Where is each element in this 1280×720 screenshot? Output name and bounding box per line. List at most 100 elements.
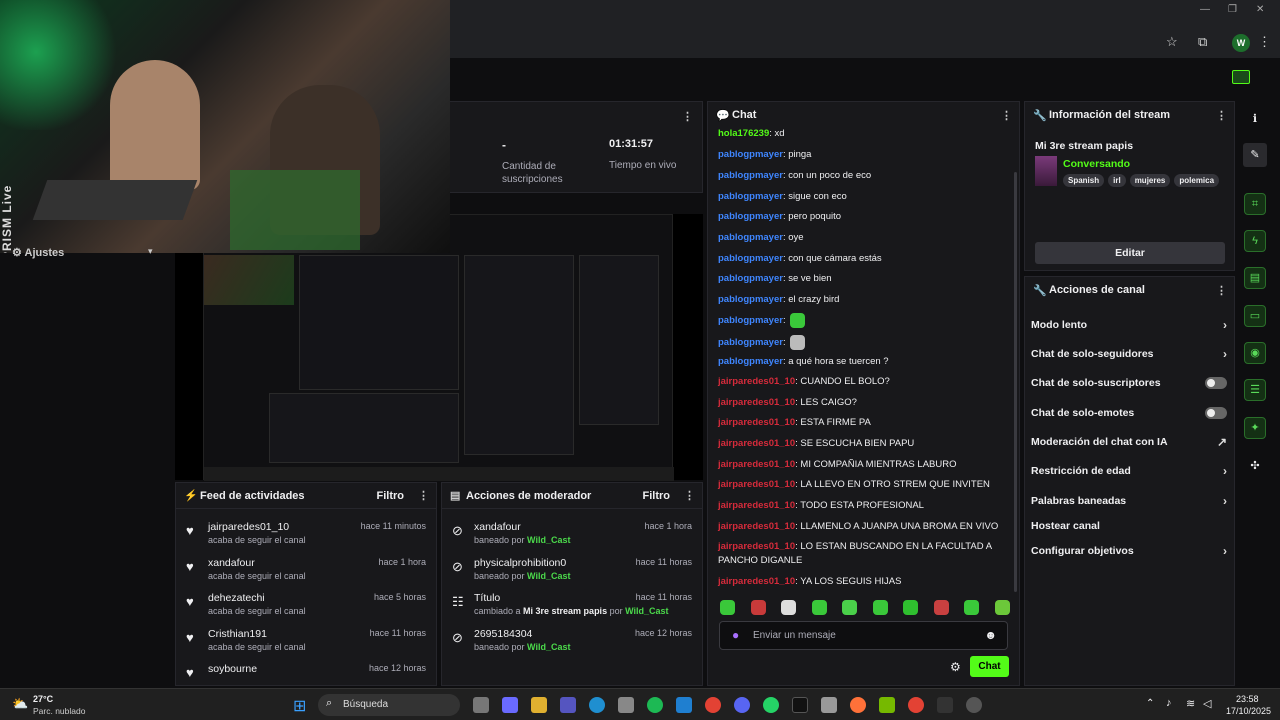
clock-date[interactable]: 17/10/2025 (1226, 706, 1271, 716)
chat-input[interactable]: ● Enviar un mensaje ☻ (719, 621, 1008, 650)
emote-icon[interactable] (720, 600, 735, 615)
chat-settings-icon[interactable]: ⚙ (950, 660, 961, 674)
action-banned-words[interactable]: Palabras baneadas › (1031, 487, 1227, 515)
chat-username[interactable]: pablogpmayer (718, 315, 783, 326)
kick-logo-icon[interactable] (1232, 70, 1250, 84)
chat-username[interactable]: jairparedes01_10 (718, 376, 795, 387)
chat-scrollbar[interactable] (1014, 172, 1017, 592)
chat-username[interactable]: pablogpmayer (718, 149, 783, 160)
mod-more-icon[interactable]: ⋮ (684, 489, 695, 502)
bookmark-star-icon[interactable]: ☆ (1166, 34, 1178, 50)
emote-icon[interactable] (781, 600, 797, 615)
mod-filter-button[interactable]: Filtro (643, 490, 671, 502)
scan-icon[interactable]: ⌗ (1240, 191, 1270, 217)
stream-info-more-icon[interactable]: ⋮ (1216, 109, 1227, 122)
chat-username[interactable]: jairparedes01_10 (718, 541, 795, 552)
obs-icon[interactable] (966, 697, 982, 713)
tiktok-icon[interactable] (792, 697, 808, 713)
message-icon[interactable]: ▭ (1240, 303, 1270, 329)
action-emotes-only[interactable]: Chat de solo-emotes (1031, 399, 1227, 427)
chat-username[interactable]: hola176239 (718, 128, 769, 139)
chat-username[interactable]: jairparedes01_10 (718, 500, 795, 511)
chat-more-icon[interactable]: ⋮ (1001, 109, 1012, 122)
discord-icon[interactable] (734, 697, 750, 713)
lightning-icon[interactable]: ϟ (1240, 228, 1270, 254)
chat-username[interactable]: pablogpmayer (718, 294, 783, 305)
broadcast-icon[interactable]: ◉ (1240, 340, 1270, 366)
emotes-only-toggle[interactable] (1205, 407, 1227, 419)
shapes-icon[interactable]: ✣ (1240, 452, 1270, 478)
emote-icon[interactable] (811, 600, 827, 615)
chat-username[interactable]: jairparedes01_10 (718, 479, 795, 490)
emoji-icon[interactable]: ☻ (984, 628, 997, 642)
restore-icon[interactable]: ❐ (1228, 4, 1237, 15)
layout-icon[interactable]: ☰ (1240, 377, 1270, 403)
emote-icon[interactable] (842, 600, 858, 615)
action-subs-only[interactable]: Chat de solo-suscriptores (1031, 369, 1227, 397)
info-icon[interactable]: ℹ (1240, 105, 1270, 131)
ajustes-chevron-icon[interactable]: ▾ (148, 246, 153, 257)
nvidia-icon[interactable] (879, 697, 895, 713)
action-age-restriction[interactable]: Restricción de edad › (1031, 457, 1227, 485)
whatsapp-icon[interactable] (763, 697, 779, 713)
tray-chevron-icon[interactable]: ⌃ (1146, 698, 1154, 709)
chrome-icon[interactable] (705, 697, 721, 713)
chat-username[interactable]: jairparedes01_10 (718, 417, 795, 428)
store-icon[interactable] (618, 697, 634, 713)
clock-time[interactable]: 23:58 (1236, 694, 1259, 704)
mic-tray-icon[interactable]: ♪ (1166, 697, 1172, 709)
feed-filter-button[interactable]: Filtro (377, 490, 405, 502)
chat-username[interactable]: pablogpmayer (718, 253, 783, 264)
app-icon[interactable] (821, 697, 837, 713)
volume-icon[interactable]: ◁ (1203, 697, 1211, 710)
chat-username[interactable]: pablogpmayer (718, 191, 783, 202)
wifi-icon[interactable]: ≋ (1186, 697, 1195, 710)
folder-icon[interactable] (531, 697, 547, 713)
action-slow-mode[interactable]: Modo lento › (1031, 311, 1227, 339)
extensions-icon[interactable]: ⧉ (1198, 34, 1207, 50)
chat-username[interactable]: jairparedes01_10 (718, 397, 795, 408)
subs-only-toggle[interactable] (1205, 377, 1227, 389)
channel-actions-more-icon[interactable]: ⋮ (1216, 284, 1227, 297)
tag[interactable]: polemica (1174, 174, 1220, 187)
tag[interactable]: irl (1108, 174, 1126, 187)
app-icon[interactable] (676, 697, 692, 713)
chat-username[interactable]: pablogpmayer (718, 273, 783, 284)
edit-button[interactable]: Editar (1035, 242, 1225, 264)
chat-username[interactable]: jairparedes01_10 (718, 459, 795, 470)
copilot-icon[interactable] (502, 697, 518, 713)
action-ai-moderation[interactable]: Moderación del chat con IA ↗ (1031, 428, 1227, 456)
start-icon[interactable]: ⊞ (293, 696, 306, 716)
weather-temp[interactable]: 27°C (33, 694, 53, 704)
action-followers-only[interactable]: Chat de solo-seguidores › (1031, 340, 1227, 368)
chat-username[interactable]: pablogpmayer (718, 356, 783, 367)
chat-username[interactable]: pablogpmayer (718, 337, 783, 348)
ajustes-label[interactable]: ⚙ Ajustes (12, 246, 64, 259)
chat-username[interactable]: jairparedes01_10 (718, 576, 795, 587)
profile-avatar[interactable]: W (1232, 34, 1250, 52)
tag[interactable]: mujeres (1129, 174, 1171, 187)
chat-username[interactable]: pablogpmayer (718, 232, 783, 243)
chat-username[interactable]: pablogpmayer (718, 211, 783, 222)
action-host-channel[interactable]: Hostear canal (1031, 512, 1227, 540)
mic-icon[interactable]: ● (732, 628, 739, 642)
emote-icon[interactable] (994, 600, 1010, 615)
stats-more-icon[interactable]: ⋮ (682, 110, 693, 123)
feed-more-icon[interactable]: ⋮ (418, 489, 429, 502)
minimize-icon[interactable]: — (1200, 4, 1210, 15)
chrome-icon[interactable] (908, 697, 924, 713)
taskview-icon[interactable] (473, 697, 489, 713)
emote-icon[interactable] (903, 600, 919, 615)
app-icon[interactable] (937, 697, 953, 713)
firefox-icon[interactable] (850, 697, 866, 713)
emote-icon[interactable] (964, 600, 980, 615)
wrench-sidebar-icon[interactable]: ✦ (1240, 415, 1270, 441)
teams-icon[interactable] (560, 697, 576, 713)
edge-icon[interactable] (589, 697, 605, 713)
chat-username[interactable]: jairparedes01_10 (718, 521, 795, 532)
action-goals[interactable]: Configurar objetivos › (1031, 537, 1227, 565)
emote-icon[interactable] (933, 600, 949, 615)
taskbar-search[interactable]: ⌕ Búsqueda (318, 694, 460, 716)
tag[interactable]: Spanish (1063, 174, 1105, 187)
emote-icon[interactable] (872, 600, 888, 615)
